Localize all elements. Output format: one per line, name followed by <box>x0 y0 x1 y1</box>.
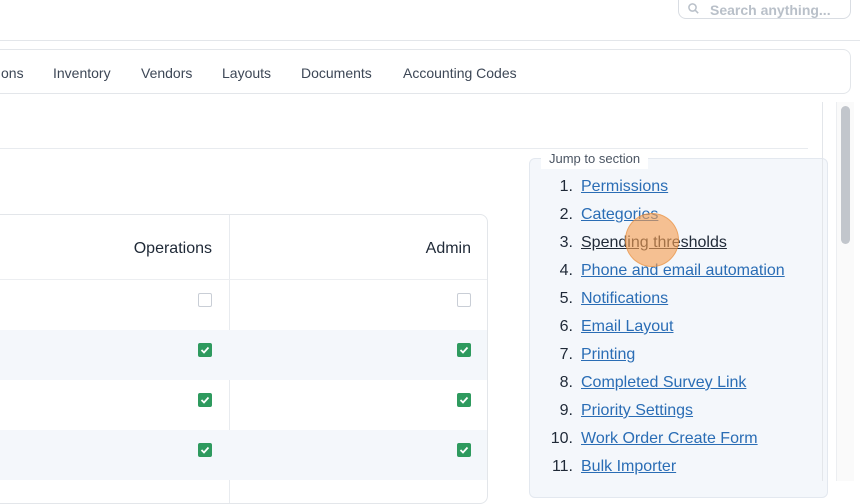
check-icon <box>200 446 210 454</box>
tab-accounting-codes[interactable]: Accounting Codes <box>403 65 517 81</box>
check-icon <box>459 446 469 454</box>
jump-item-number: 11. <box>551 458 573 475</box>
jump-link-bulk-importer[interactable]: Bulk Importer <box>581 458 676 476</box>
search-icon <box>688 1 699 14</box>
check-icon <box>459 346 469 354</box>
operations-checkbox[interactable] <box>198 293 212 307</box>
jump-item-number: 10. <box>550 430 573 447</box>
admin-checkbox[interactable] <box>457 393 471 407</box>
jump-item-number: 9. <box>559 402 573 419</box>
jump-to-section-title: Jump to section <box>541 149 649 169</box>
jump-item-number: 3. <box>559 234 573 251</box>
admin-checkbox[interactable] <box>457 443 471 457</box>
operations-checkbox[interactable] <box>198 393 212 407</box>
table-row <box>0 430 487 480</box>
column-header-admin: Admin <box>425 240 471 257</box>
admin-checkbox[interactable] <box>457 293 471 307</box>
check-icon <box>200 346 210 354</box>
jump-item-number: 1. <box>559 178 573 195</box>
check-icon <box>459 396 469 404</box>
jump-link-printing[interactable]: Printing <box>581 346 635 364</box>
column-header-operations: Operations <box>133 240 212 257</box>
section-divider <box>0 148 808 149</box>
scrollbar-thumb[interactable] <box>841 106 850 244</box>
jump-link-categories[interactable]: Categories <box>581 206 658 224</box>
jump-link-permissions[interactable]: Permissions <box>581 178 668 196</box>
jump-item-number: 2. <box>559 206 573 223</box>
jump-item-number: 6. <box>559 318 573 335</box>
tab-integrations[interactable]: ons <box>1 65 24 81</box>
jump-link-work-order-create-form[interactable]: Work Order Create Form <box>581 430 758 448</box>
jump-link-phone-email-automation[interactable]: Phone and email automation <box>581 262 785 280</box>
search-input[interactable]: Search anything... <box>678 0 851 19</box>
check-icon <box>200 396 210 404</box>
permissions-table: Operations Admin <box>0 214 488 504</box>
jump-item-number: 5. <box>559 290 573 307</box>
tab-documents[interactable]: Documents <box>301 65 372 81</box>
table-row <box>0 280 487 330</box>
tab-layouts[interactable]: Layouts <box>222 65 271 81</box>
settings-tabs: ons Inventory Vendors Layouts Documents … <box>0 49 851 94</box>
inner-scroll-divider <box>822 102 823 481</box>
jump-link-email-layout[interactable]: Email Layout <box>581 318 674 336</box>
table-row <box>0 380 487 430</box>
admin-checkbox[interactable] <box>457 343 471 357</box>
operations-checkbox[interactable] <box>198 443 212 457</box>
tab-inventory[interactable]: Inventory <box>53 65 111 81</box>
jump-item-number: 8. <box>559 374 573 391</box>
jump-item-number: 7. <box>559 346 573 363</box>
top-bar: Search anything... <box>0 0 860 41</box>
search-placeholder: Search anything... <box>710 2 831 18</box>
jump-link-spending-thresholds[interactable]: Spending thresholds <box>581 234 727 252</box>
jump-link-priority-settings[interactable]: Priority Settings <box>581 402 693 420</box>
jump-link-completed-survey-link[interactable]: Completed Survey Link <box>581 374 746 392</box>
operations-checkbox[interactable] <box>198 343 212 357</box>
jump-item-number: 4. <box>559 262 573 279</box>
jump-link-notifications[interactable]: Notifications <box>581 290 668 308</box>
table-row <box>0 330 487 380</box>
tab-vendors[interactable]: Vendors <box>141 65 192 81</box>
